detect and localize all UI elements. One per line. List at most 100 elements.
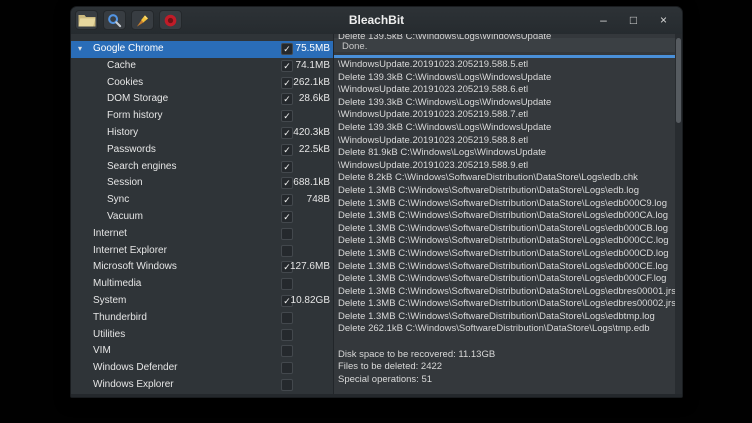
tree-row-form-history[interactable]: Form history ✓ [71, 108, 333, 125]
log-line: Delete 1.3MB C:\Windows\SoftwareDistribu… [338, 198, 675, 211]
checkbox[interactable] [281, 278, 293, 290]
tree-row-windows-defender[interactable]: Windows Defender [71, 360, 333, 377]
tree-item-label: Cookies [107, 75, 143, 92]
size-value: 127.6MB [258, 259, 330, 276]
bleachbit-window: BleachBit – □ × ▾Google Chrome✓75.5MBCac… [70, 6, 683, 398]
log-line [338, 336, 675, 349]
log-line: Special operations: 51 [338, 374, 675, 387]
scrollbar-thumb[interactable] [676, 38, 681, 123]
size-value: 262.1kB [258, 75, 330, 92]
tree-item-label: DOM Storage [107, 91, 168, 108]
tree-row-vacuum[interactable]: Vacuum✓ [71, 209, 333, 226]
tree-row-multimedia[interactable]: Multimedia [71, 276, 333, 293]
abort-button[interactable] [159, 10, 182, 30]
tree-row-microsoft-windows[interactable]: Microsoft Windows✓127.6MB [71, 259, 333, 276]
checkbox[interactable]: ✓ [281, 161, 293, 173]
tree-item-label: Session [107, 175, 143, 192]
expander-icon[interactable]: ▾ [78, 41, 82, 58]
log-line: Files to be deleted: 2422 [338, 361, 675, 374]
tree-item-label: Google Chrome [93, 41, 164, 58]
tree-row-internet-explorer[interactable]: Internet Explorer [71, 243, 333, 260]
log-line: Delete 1.3MB C:\Windows\SoftwareDistribu… [338, 286, 675, 299]
checkbox[interactable] [281, 228, 293, 240]
log-line: Delete 1.3MB C:\Windows\SoftwareDistribu… [338, 235, 675, 248]
log-line: Delete 1.3MB C:\Windows\SoftwareDistribu… [338, 273, 675, 286]
close-button[interactable]: × [657, 7, 670, 34]
tree-row-search-engines[interactable]: Search engines ✓ [71, 159, 333, 176]
tree-row-passwords[interactable]: Passwords✓22.5kB [71, 142, 333, 159]
checkbox[interactable] [281, 312, 293, 324]
desktop: BleachBit – □ × ▾Google Chrome✓75.5MBCac… [0, 0, 752, 423]
size-value: 748B [258, 192, 330, 209]
size-value: 75.5MB [258, 41, 330, 58]
tree-item-label: Thunderbird [93, 310, 147, 327]
tree-item-label: Multimedia [93, 276, 141, 293]
abort-icon [163, 13, 178, 28]
log-line: Delete 262.1kB C:\Windows\SoftwareDistri… [338, 323, 675, 336]
magnifier-icon [107, 13, 122, 28]
brush-icon [135, 13, 150, 28]
tree-row-vim[interactable]: VIM [71, 343, 333, 360]
log-line: Delete 8.2kB C:\Windows\SoftwareDistribu… [338, 172, 675, 185]
maximize-button[interactable]: □ [627, 7, 640, 34]
size-value: 420.3kB [258, 125, 330, 142]
progress-status: Done. [342, 41, 367, 52]
tree-row-utilities[interactable]: Utilities [71, 327, 333, 344]
preview-button[interactable] [103, 10, 126, 30]
tree-item-label: Search engines [107, 159, 177, 176]
checkbox[interactable] [281, 345, 293, 357]
log-line: \WindowsUpdate.20191023.205219.588.5.etl [338, 59, 675, 72]
clean-button[interactable] [131, 10, 154, 30]
log-line: \WindowsUpdate.20191023.205219.588.9.etl [338, 160, 675, 173]
checkbox[interactable] [281, 362, 293, 374]
minimize-button[interactable]: – [597, 7, 610, 34]
tree-row-thunderbird[interactable]: Thunderbird [71, 310, 333, 327]
size-value: 688.1kB [258, 175, 330, 192]
tree-item-label: System [93, 293, 126, 310]
tree-row-dom-storage[interactable]: DOM Storage✓28.6kB [71, 91, 333, 108]
tree-row-session[interactable]: Session✓688.1kB [71, 175, 333, 192]
checkbox[interactable]: ✓ [281, 110, 293, 122]
log-line: Delete 139.3kB C:\Windows\Logs\WindowsUp… [338, 122, 675, 135]
tree-row-windows-explorer[interactable]: Windows Explorer [71, 377, 333, 394]
log-line: Delete 139.3kB C:\Windows\Logs\WindowsUp… [338, 97, 675, 110]
tree-item-label: Internet [93, 226, 127, 243]
checkbox[interactable]: ✓ [281, 211, 293, 223]
tree-row-google-chrome[interactable]: ▾Google Chrome✓75.5MB [71, 41, 333, 58]
progressbar-fill [334, 55, 675, 58]
checkbox[interactable] [281, 379, 293, 391]
log-line: Delete 139.3kB C:\Windows\Logs\WindowsUp… [338, 72, 675, 85]
cleaner-tree: ▾ Google Chrome ✓ 75.5MBCache✓74.1MBCookies… [71, 34, 334, 394]
log-line: Delete 1.3MB C:\Windows\SoftwareDistribu… [338, 311, 675, 324]
tree-item-label: Utilities [93, 327, 125, 344]
tree-row-internet[interactable]: Internet [71, 226, 333, 243]
tree-row-sync[interactable]: Sync✓748B [71, 192, 333, 209]
checkbox[interactable] [281, 329, 293, 341]
tree-item-label: Sync [107, 192, 129, 209]
vertical-scrollbar[interactable] [675, 34, 682, 394]
main-area: ▾ Google Chrome ✓ 75.5MBCache✓74.1MBCookies… [71, 34, 682, 394]
log-line: Delete 1.3MB C:\Windows\SoftwareDistribu… [338, 248, 675, 261]
tree-row-cache[interactable]: Cache✓74.1MB [71, 58, 333, 75]
tree-item-label: Form history [107, 108, 163, 125]
tree-item-label: Windows Defender [93, 360, 177, 377]
log-line: Delete 81.9kB C:\Windows\Logs\WindowsUpd… [338, 147, 675, 160]
tree-row-system[interactable]: System✓10.82GB [71, 293, 333, 310]
tree-item-label: VIM [93, 343, 111, 360]
tree-item-label: Cache [107, 58, 136, 75]
log-lines: \WindowsUpdate.20191023.205219.588.5.etl… [334, 59, 675, 386]
window-bottom-edge [71, 394, 682, 397]
log-line: \WindowsUpdate.20191023.205219.588.8.etl [338, 135, 675, 148]
progress-area: Delete 139.5kB C:\Windows\Logs\WindowsUp… [334, 34, 675, 59]
open-button[interactable] [75, 10, 98, 30]
log-line: Delete 1.3MB C:\Windows\SoftwareDistribu… [338, 210, 675, 223]
size-value: 28.6kB [258, 91, 330, 108]
toolbar [75, 10, 182, 30]
tree-row-cookies[interactable]: Cookies✓262.1kB [71, 75, 333, 92]
tree-item-label: Windows Explorer [93, 377, 174, 394]
log-clipped-line: Delete 139.5kB C:\Windows\Logs\WindowsUp… [338, 34, 551, 41]
checkbox[interactable] [281, 245, 293, 257]
headerbar: BleachBit – □ × [71, 7, 682, 35]
tree-row-history[interactable]: History✓420.3kB [71, 125, 333, 142]
results-log[interactable]: Delete 139.5kB C:\Windows\Logs\WindowsUp… [334, 34, 675, 394]
